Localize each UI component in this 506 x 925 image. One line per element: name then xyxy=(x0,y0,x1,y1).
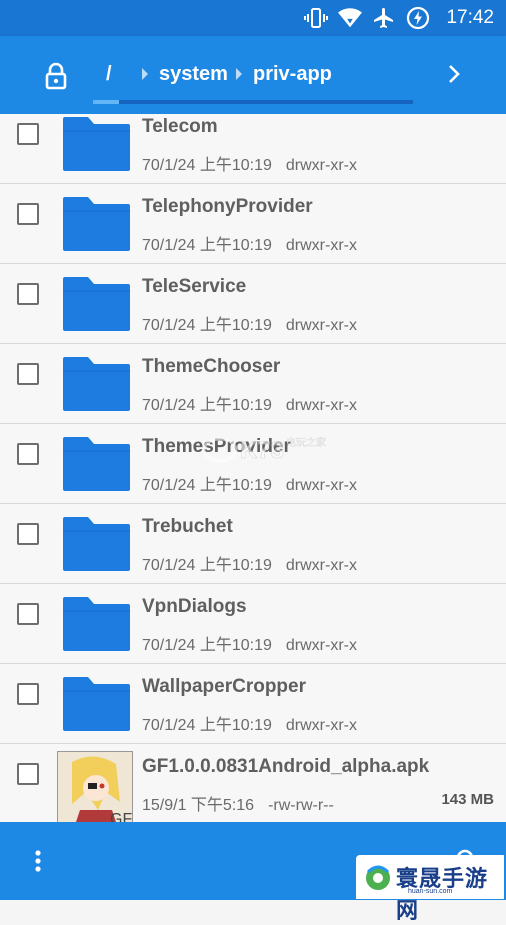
wifi-icon xyxy=(338,6,363,30)
chevron-right-icon xyxy=(140,67,150,81)
file-meta: 70/1/24 上午10:19 drwxr-xr-x xyxy=(142,391,357,415)
file-date: 70/1/24 上午10:19 xyxy=(142,557,272,574)
folder-icon xyxy=(60,115,132,173)
file-name: WallpaperCropper xyxy=(142,676,306,697)
folder-icon xyxy=(60,675,132,733)
svg-text:GF: GF xyxy=(110,811,132,822)
watermark-logo: K73 电玩之家 xyxy=(200,430,340,470)
svg-text:K73: K73 xyxy=(240,437,284,464)
file-permissions: drwxr-xr-x xyxy=(285,557,357,574)
breadcrumb-system[interactable]: system xyxy=(159,63,228,86)
file-permissions: drwxr-xr-x xyxy=(285,157,357,174)
file-row[interactable]: GF GF1.0.0.0831Android_alpha.apk 15/9/1 下午… xyxy=(0,744,506,822)
file-meta: 70/1/24 上午10:19 drwxr-xr-x xyxy=(142,631,357,655)
select-checkbox[interactable] xyxy=(17,203,39,225)
file-meta: 70/1/24 上午10:19 drwxr-xr-x xyxy=(142,151,357,175)
file-date: 70/1/24 上午10:19 xyxy=(142,237,272,254)
brand-subtitle: huan-sun.com xyxy=(408,888,453,895)
file-date: 70/1/24 上午10:19 xyxy=(142,717,272,734)
apk-thumbnail-icon: GF xyxy=(57,751,133,822)
file-name: GF1.0.0.0831Android_alpha.apk xyxy=(142,756,430,777)
file-size: 143 MB xyxy=(441,791,494,808)
breadcrumb-priv-app[interactable]: priv-app xyxy=(253,63,332,86)
select-checkbox[interactable] xyxy=(17,123,39,145)
file-meta: 70/1/24 上午10:19 drwxr-xr-x xyxy=(142,471,357,495)
select-checkbox[interactable] xyxy=(17,363,39,385)
clock: 17:42 xyxy=(446,7,494,28)
file-row[interactable]: ThemeChooser 70/1/24 上午10:19 drwxr-xr-x xyxy=(0,344,506,424)
folder-icon xyxy=(60,435,132,493)
file-permissions: drwxr-xr-x xyxy=(285,637,357,654)
select-checkbox[interactable] xyxy=(17,523,39,545)
file-permissions: drwxr-xr-x xyxy=(285,477,357,494)
file-date: 70/1/24 上午10:19 xyxy=(142,477,272,494)
lock-icon[interactable] xyxy=(40,60,72,92)
file-meta: 70/1/24 上午10:19 drwxr-xr-x xyxy=(142,711,357,735)
file-meta: 70/1/24 上午10:19 drwxr-xr-x xyxy=(142,311,357,335)
brand-logo-icon xyxy=(362,860,394,892)
folder-icon xyxy=(60,275,132,333)
file-permissions: drwxr-xr-x xyxy=(285,317,357,334)
file-name: TeleService xyxy=(142,276,247,297)
folder-icon xyxy=(60,355,132,413)
file-row[interactable]: WallpaperCropper 70/1/24 上午10:19 drwxr-xr-… xyxy=(0,664,506,744)
select-checkbox[interactable] xyxy=(17,283,39,305)
file-name: Trebuchet xyxy=(142,516,233,537)
select-checkbox[interactable] xyxy=(17,443,39,465)
file-row[interactable]: Telecom 70/1/24 上午10:19 drwxr-xr-x xyxy=(0,114,506,184)
file-name: ThemeChooser xyxy=(142,356,281,377)
file-name: Telecom xyxy=(142,116,218,137)
select-checkbox[interactable] xyxy=(17,763,39,785)
folder-icon xyxy=(60,195,132,253)
select-checkbox[interactable] xyxy=(17,683,39,705)
file-date: 70/1/24 上午10:19 xyxy=(142,397,272,414)
file-name: VpnDialogs xyxy=(142,596,247,617)
path-bar: / system priv-app xyxy=(0,36,506,114)
path-scroll-progress xyxy=(93,100,413,104)
file-permissions: drwxr-xr-x xyxy=(285,397,357,414)
file-row[interactable]: TeleService 70/1/24 上午10:19 drwxr-xr-x xyxy=(0,264,506,344)
forward-chevron-icon[interactable] xyxy=(444,62,464,86)
file-meta: 70/1/24 上午10:19 drwxr-xr-x xyxy=(142,551,357,575)
status-icons: 17:42 xyxy=(304,6,494,30)
file-permissions: drwxr-xr-x xyxy=(285,717,357,734)
file-name: TelephonyProvider xyxy=(142,196,313,217)
file-permissions: drwxr-xr-x xyxy=(285,237,357,254)
folder-icon xyxy=(60,515,132,573)
file-date: 15/9/1 下午5:16 xyxy=(142,797,255,814)
file-date: 70/1/24 上午10:19 xyxy=(142,317,272,334)
charging-icon xyxy=(406,6,430,30)
more-vert-icon[interactable] xyxy=(26,846,50,876)
file-row[interactable]: TelephonyProvider 70/1/24 上午10:19 drwxr-xr… xyxy=(0,184,506,264)
file-row[interactable]: VpnDialogs 70/1/24 上午10:19 drwxr-xr-x xyxy=(0,584,506,664)
brand-watermark: 寰晟手游网 huan-sun.com xyxy=(356,855,504,924)
file-row[interactable]: Trebuchet 70/1/24 上午10:19 drwxr-xr-x xyxy=(0,504,506,584)
select-checkbox[interactable] xyxy=(17,603,39,625)
vibrate-icon xyxy=(304,6,329,30)
svg-text:电玩之家: 电玩之家 xyxy=(286,436,326,449)
status-bar: 17:42 xyxy=(0,0,506,36)
file-permissions: -rw-rw-r-- xyxy=(268,797,334,814)
file-date: 70/1/24 上午10:19 xyxy=(142,157,272,174)
progress-fill xyxy=(93,100,119,104)
file-date: 70/1/24 上午10:19 xyxy=(142,637,272,654)
airplane-icon xyxy=(372,6,396,30)
folder-icon xyxy=(60,595,132,653)
file-meta: 15/9/1 下午5:16 -rw-rw-r-- xyxy=(142,791,334,815)
chevron-right-icon xyxy=(234,67,244,81)
breadcrumb-root[interactable]: / xyxy=(106,63,112,86)
file-meta: 70/1/24 上午10:19 drwxr-xr-x xyxy=(142,231,357,255)
